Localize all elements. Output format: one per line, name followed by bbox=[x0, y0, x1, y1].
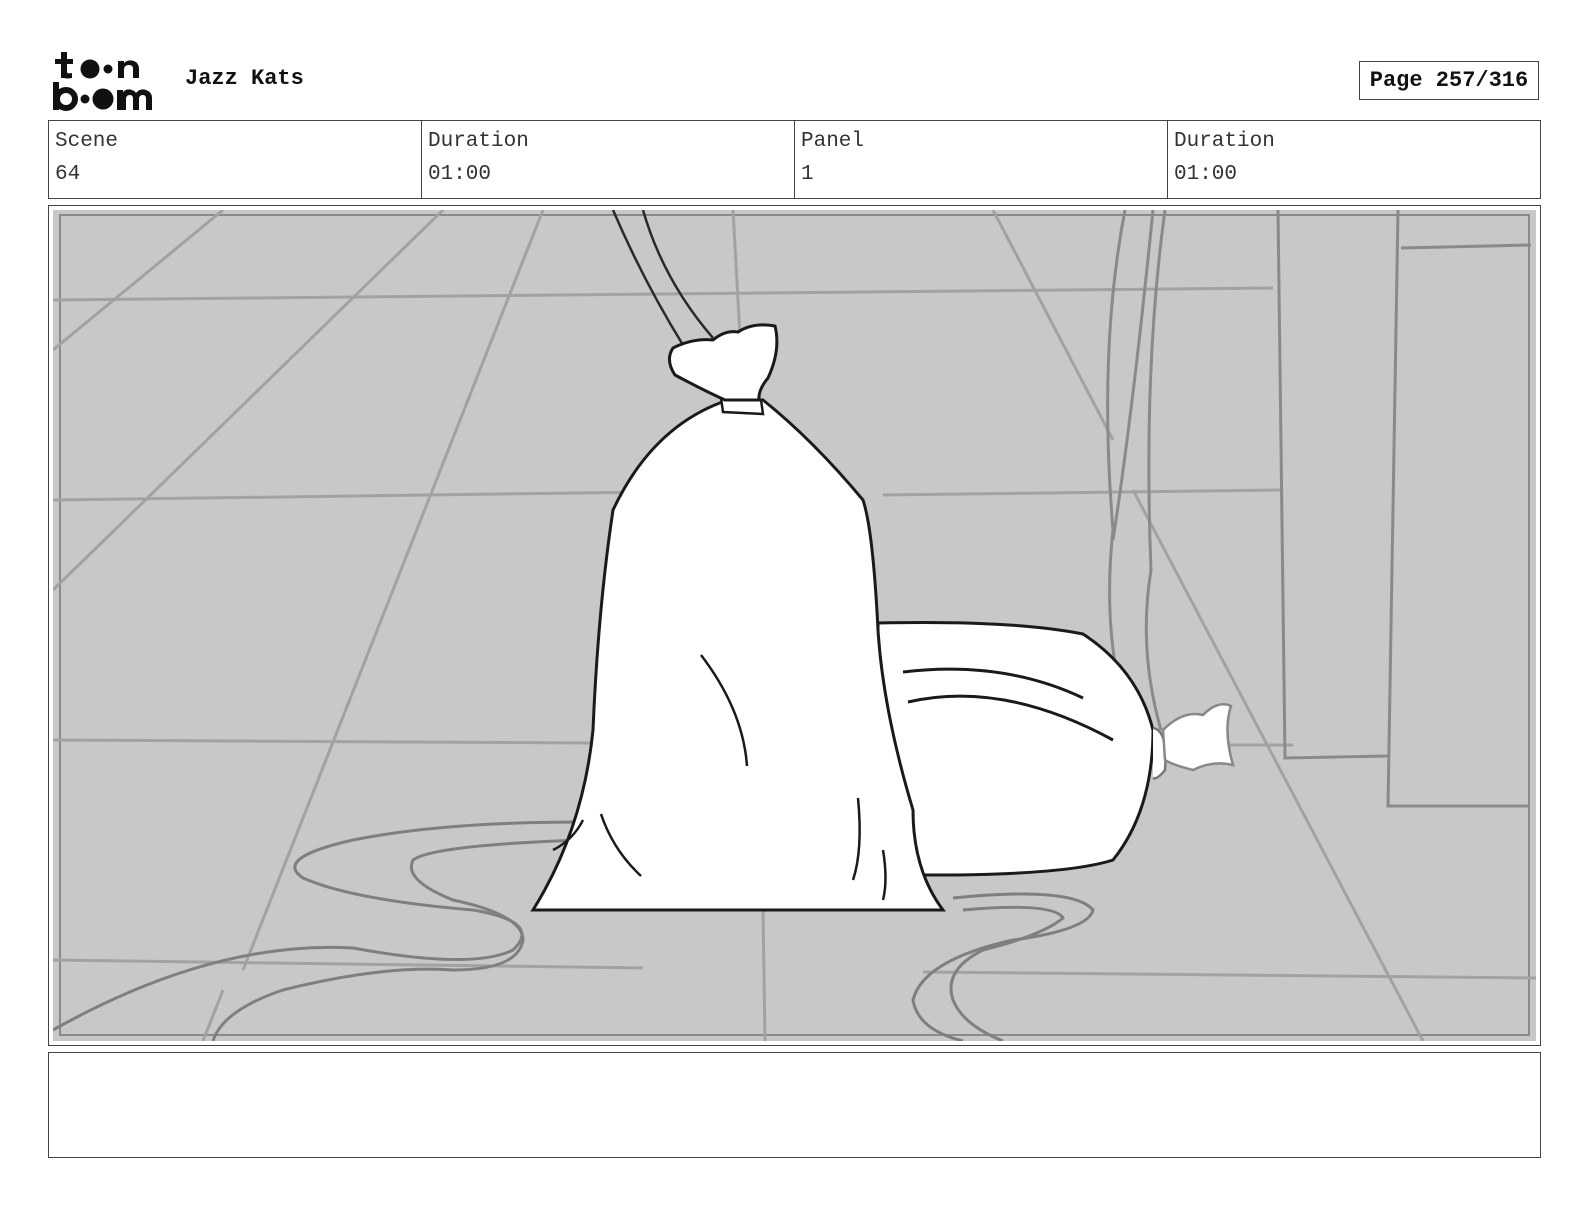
scene-duration-cell: Duration 01:00 bbox=[422, 121, 795, 198]
scene-duration-label: Duration bbox=[428, 130, 529, 153]
panel-label: Panel bbox=[801, 130, 865, 153]
panel-cell: Panel 1 bbox=[795, 121, 1168, 198]
panel-duration-label: Duration bbox=[1174, 130, 1275, 153]
page-number: Page 257/316 bbox=[1359, 61, 1539, 100]
scene-duration-value: 01:00 bbox=[428, 163, 492, 186]
scene-value: 64 bbox=[55, 163, 81, 186]
toonboom-logo bbox=[52, 50, 164, 112]
toonboom-logo-mark bbox=[53, 52, 152, 111]
panel-duration-value: 01:00 bbox=[1174, 163, 1238, 186]
scene-label: Scene bbox=[55, 130, 119, 153]
panel-notes bbox=[48, 1052, 1541, 1158]
scene-info-table: Scene 64 Duration 01:00 Panel 1 Duration… bbox=[48, 120, 1541, 199]
panel-sketch bbox=[53, 210, 1536, 1041]
panel-duration-cell: Duration 01:00 bbox=[1168, 121, 1540, 198]
panel-value: 1 bbox=[801, 163, 814, 186]
project-title: Jazz Kats bbox=[185, 66, 304, 91]
storyboard-panel bbox=[48, 205, 1541, 1046]
scene-cell: Scene 64 bbox=[49, 121, 422, 198]
